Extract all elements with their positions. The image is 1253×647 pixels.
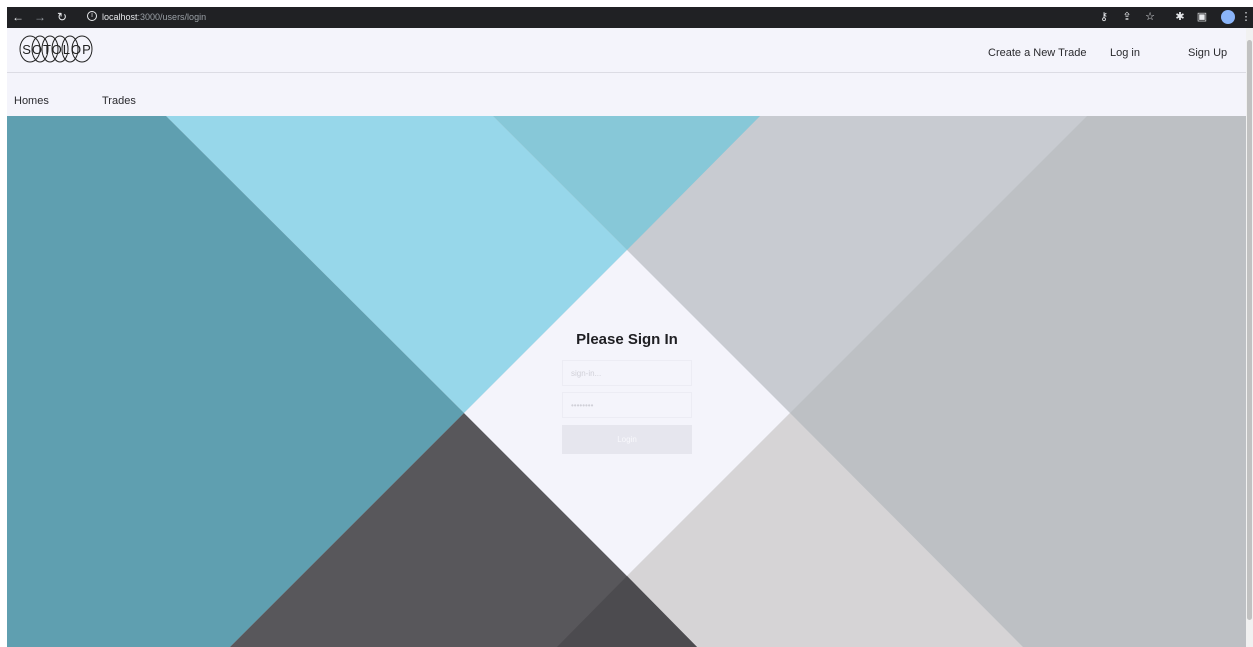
sub-nav: Homes Trades <box>7 73 1246 116</box>
star-icon[interactable]: ☆ <box>1143 9 1157 25</box>
share-icon[interactable]: ⇪ <box>1120 9 1134 25</box>
email-input[interactable] <box>562 360 692 386</box>
login-link[interactable]: Log in <box>1110 47 1140 59</box>
extensions-icon[interactable]: ✱ <box>1173 9 1187 25</box>
trades-link[interactable]: Trades <box>102 95 136 107</box>
side-panel-icon[interactable]: ▣ <box>1195 9 1209 25</box>
profile-avatar[interactable] <box>1221 10 1235 24</box>
logo-text: SOTOLOP <box>22 42 92 57</box>
address-bar[interactable]: localhost:3000/users/login <box>102 9 1102 25</box>
site-header: SOTOLOP Create a New Trade Log in Sign U… <box>7 28 1246 73</box>
create-trade-link[interactable]: Create a New Trade <box>988 47 1086 59</box>
login-title: Please Sign In <box>576 331 678 348</box>
url-path: :3000/users/login <box>137 12 207 22</box>
back-arrow-icon[interactable]: ← <box>11 9 25 25</box>
homes-link[interactable]: Homes <box>14 95 49 107</box>
info-icon[interactable]: i <box>87 11 97 21</box>
reload-icon[interactable]: ↻ <box>55 9 69 25</box>
password-input[interactable] <box>562 392 692 418</box>
page-scrollbar[interactable] <box>1246 28 1253 647</box>
forward-arrow-icon[interactable]: → <box>33 9 47 25</box>
login-button[interactable]: Login <box>562 425 692 454</box>
scrollbar-thumb[interactable] <box>1247 40 1252 620</box>
url-host: localhost <box>102 12 138 22</box>
left-gutter <box>0 0 7 647</box>
site-logo[interactable]: SOTOLOP <box>19 34 95 64</box>
key-icon[interactable]: ⚷ <box>1097 9 1111 25</box>
menu-kebab-icon[interactable]: ⋮ <box>1239 9 1253 25</box>
signup-link[interactable]: Sign Up <box>1188 47 1227 59</box>
login-form: Please Sign In Login <box>548 328 706 454</box>
browser-toolbar: ← → ↻ i localhost:3000/users/login ⚷ ⇪ ☆… <box>7 7 1253 28</box>
